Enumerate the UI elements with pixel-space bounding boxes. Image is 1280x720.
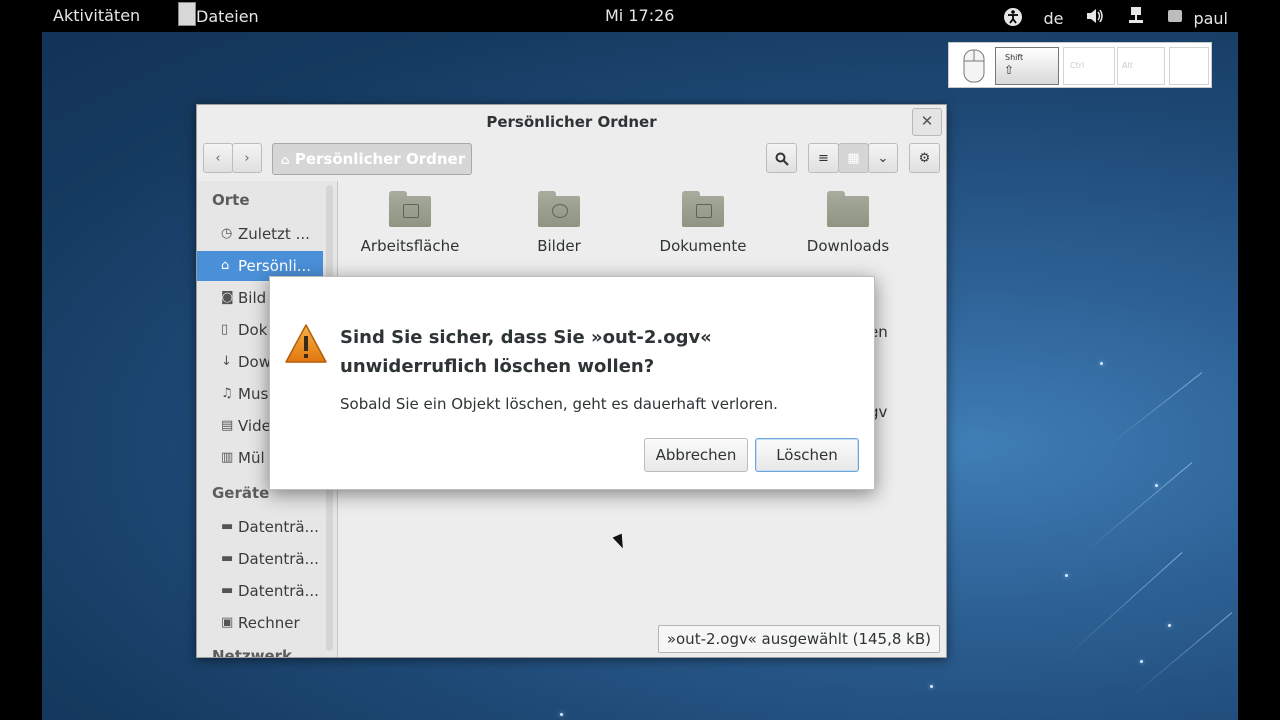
sidebar-item-computer[interactable]: ▣ Rechner xyxy=(197,608,323,638)
pictures-folder-icon xyxy=(538,191,580,227)
background-star xyxy=(1168,624,1171,627)
background-star xyxy=(560,713,563,716)
file-item[interactable]: Bilder xyxy=(494,191,624,255)
shift-key: Shift ⇧ xyxy=(995,47,1059,85)
background-star xyxy=(1100,362,1103,365)
file-name: Arbeitsfläche xyxy=(360,237,460,255)
forward-button[interactable]: › xyxy=(232,143,262,173)
search-button[interactable] xyxy=(766,143,797,173)
clock[interactable]: Mi 17:26 xyxy=(605,6,674,25)
downloads-folder-icon xyxy=(827,191,869,227)
file-name: Dokumente xyxy=(659,237,747,255)
documents-folder-icon xyxy=(682,191,724,227)
view-options-button[interactable]: ⌄ xyxy=(868,143,898,173)
cancel-button[interactable]: Abbrechen xyxy=(644,438,748,472)
activities-button[interactable]: Aktivitäten xyxy=(53,6,140,25)
trash-icon: ▥ xyxy=(221,450,234,465)
list-view-button[interactable]: ≡ xyxy=(808,143,839,173)
gear-icon: ⚙ xyxy=(918,151,931,166)
delete-button[interactable]: Löschen xyxy=(755,438,859,472)
sidebar-item-drive-2[interactable]: ▬ Datenträ... xyxy=(197,544,323,574)
grid-view-button[interactable]: ▦ xyxy=(838,143,869,173)
home-icon: ⌂ xyxy=(281,153,290,167)
top-bar: Aktivitäten Dateien Mi 17:26 de paul xyxy=(0,0,1280,32)
file-name: Downloads xyxy=(806,237,890,255)
back-button[interactable]: ‹ xyxy=(203,143,233,173)
network-icon[interactable] xyxy=(1127,6,1149,30)
drive-icon: ▬ xyxy=(221,583,234,598)
sidebar-item-drive-1[interactable]: ▬ Datenträ... xyxy=(197,512,323,542)
chevron-down-icon: ⌄ xyxy=(877,151,889,166)
home-icon: ⌂ xyxy=(221,258,230,273)
drive-icon: ▬ xyxy=(221,551,234,566)
alt-key: Alt xyxy=(1117,47,1165,85)
search-icon xyxy=(775,152,789,166)
warning-icon xyxy=(284,322,328,366)
mouse-icon xyxy=(955,47,991,83)
volume-icon[interactable] xyxy=(1085,7,1107,29)
background-streak xyxy=(1132,612,1233,697)
shift-arrow-icon: ⇧ xyxy=(1004,63,1015,77)
sidebar-item-recent[interactable]: ◷ Zuletzt ... xyxy=(197,219,323,249)
toolbar: ‹ › ⌂ Persönlicher Ordner ≡ ▦ ⌄ ⚙ xyxy=(197,141,946,181)
app-menu-label: Dateien xyxy=(196,6,259,26)
background-star xyxy=(1140,660,1143,663)
files-app-icon xyxy=(178,2,196,26)
ctrl-key: Ctrl xyxy=(1063,47,1115,85)
dialog-title: Sind Sie sicher, dass Sie »out-2.ogv« un… xyxy=(340,327,712,377)
background-streak xyxy=(1107,372,1203,447)
dialog-message: Sobald Sie ein Objekt löschen, geht es d… xyxy=(340,395,778,413)
file-item[interactable]: Downloads xyxy=(783,191,913,255)
sidebar-item-drive-3[interactable]: ▬ Datenträ... xyxy=(197,576,323,606)
network-header: Netzwerk xyxy=(212,647,293,657)
document-icon: ▯ xyxy=(221,322,229,337)
background-star xyxy=(1065,574,1068,577)
close-window-button[interactable]: ✕ xyxy=(912,108,942,136)
accessibility-icon[interactable] xyxy=(1003,7,1025,29)
keyboard-status-overlay: Shift ⇧ Ctrl Alt xyxy=(948,42,1212,88)
camera-icon: ◙ xyxy=(221,290,234,305)
delete-confirmation-dialog: Sind Sie sicher, dass Sie »out-2.ogv« un… xyxy=(269,276,875,490)
selection-status: »out-2.ogv« ausgewählt (145,8 kB) xyxy=(657,625,940,653)
download-icon: ↓ xyxy=(221,354,232,369)
grid-icon: ▦ xyxy=(847,151,860,166)
app-menu[interactable]: Dateien xyxy=(178,2,259,26)
list-icon: ≡ xyxy=(818,151,829,166)
desktop-folder-icon xyxy=(389,191,431,227)
music-icon: ♫ xyxy=(221,386,233,401)
background-star xyxy=(1155,484,1158,487)
video-icon: ▤ xyxy=(221,418,234,433)
close-icon: ✕ xyxy=(920,112,934,130)
breadcrumb-home: Persönlicher Ordner xyxy=(294,150,466,168)
blank-key xyxy=(1169,47,1209,85)
user-menu[interactable]: paul xyxy=(1193,9,1228,28)
background-streak xyxy=(1084,462,1193,553)
chevron-right-icon: › xyxy=(244,151,250,166)
breadcrumb[interactable]: ⌂ Persönlicher Ordner xyxy=(272,143,472,175)
window-title: Persönlicher Ordner xyxy=(486,113,657,131)
background-star xyxy=(930,685,933,688)
keyboard-layout-indicator[interactable]: de xyxy=(1043,9,1063,28)
chevron-left-icon: ‹ xyxy=(215,151,221,166)
user-icon[interactable] xyxy=(1167,8,1187,28)
places-header: Orte xyxy=(212,191,250,209)
file-item[interactable]: Arbeitsfläche xyxy=(345,191,475,255)
computer-icon: ▣ xyxy=(221,615,234,630)
drive-icon: ▬ xyxy=(221,519,234,534)
file-item[interactable]: Dokumente xyxy=(638,191,768,255)
file-name: Bilder xyxy=(537,237,581,255)
status-area: de paul xyxy=(1003,6,1228,30)
devices-header: Geräte xyxy=(212,484,270,502)
settings-button[interactable]: ⚙ xyxy=(909,143,940,173)
background-streak xyxy=(1062,552,1183,660)
clock-icon: ◷ xyxy=(221,226,233,241)
